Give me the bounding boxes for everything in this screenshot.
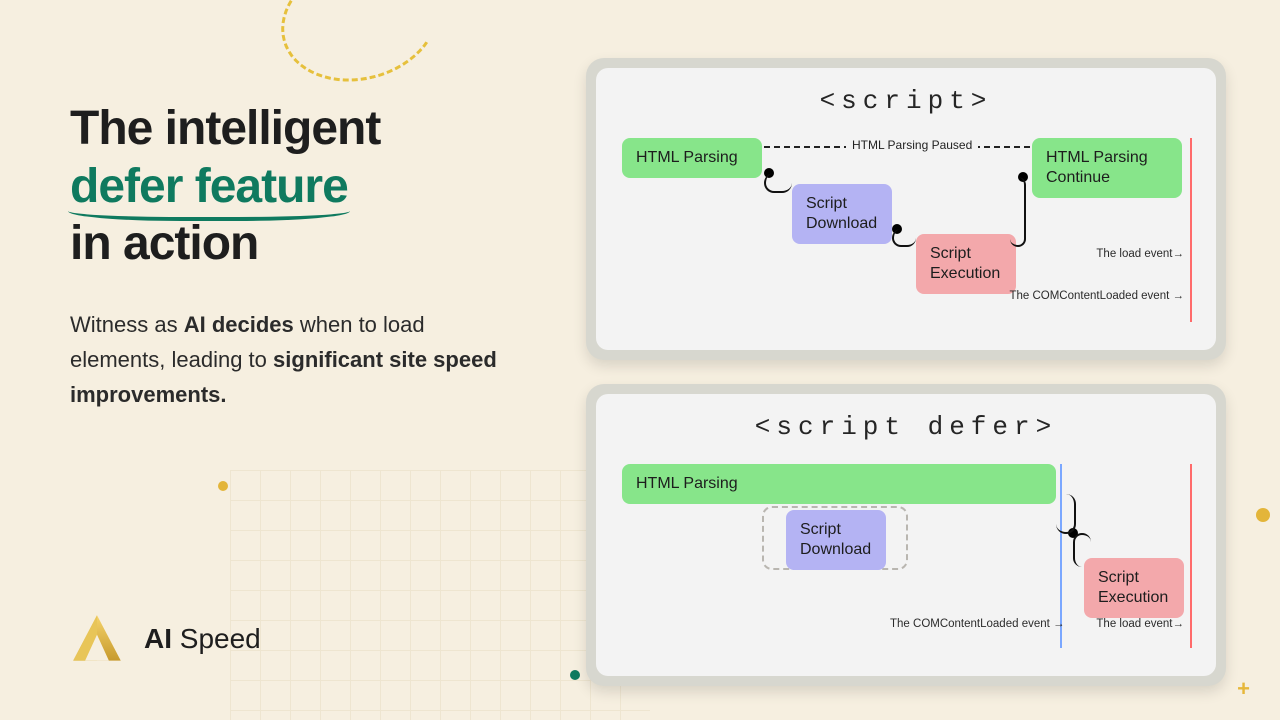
connector-curve bbox=[892, 229, 916, 247]
block-script-download: Script Download bbox=[786, 510, 886, 570]
load-event-label: The load event→ bbox=[1096, 618, 1184, 630]
paused-label: HTML Parsing Paused bbox=[846, 138, 978, 152]
connector-curve bbox=[764, 173, 792, 193]
card-defer-lane: HTML Parsing Script Download Script Exec… bbox=[614, 458, 1198, 658]
connector-curve bbox=[1010, 177, 1026, 247]
decor-dot bbox=[570, 670, 580, 680]
card-script-title: <script> bbox=[614, 86, 1198, 116]
block-html-parsing: HTML Parsing bbox=[622, 138, 762, 178]
headline-line1: The intelligent bbox=[70, 102, 380, 155]
card-defer-outer: <script defer> HTML Parsing Script Downl… bbox=[586, 384, 1226, 686]
card-script-lane: HTML Parsing Script Download Script Exec… bbox=[614, 132, 1198, 332]
decor-dot bbox=[218, 481, 228, 491]
diagram-cards: <script> HTML Parsing Script Download Sc… bbox=[586, 58, 1226, 686]
connector-curve bbox=[1073, 533, 1091, 567]
load-event-label: The load event→ bbox=[1096, 248, 1184, 260]
block-script-execution: Script Execution bbox=[1084, 558, 1184, 618]
block-html-continue: HTML Parsing Continue bbox=[1032, 138, 1182, 198]
headline-line3: in action bbox=[70, 217, 258, 270]
domcontentloaded-label: The COMContentLoaded event → bbox=[1009, 290, 1184, 302]
decor-dashed-arc bbox=[267, 0, 453, 99]
brand: AI Speed bbox=[70, 612, 261, 666]
domcontentloaded-label: The COMContentLoaded event → bbox=[890, 618, 1065, 630]
block-script-download: Script Download bbox=[792, 184, 892, 244]
card-defer: <script defer> HTML Parsing Script Downl… bbox=[596, 394, 1216, 676]
block-html-parsing: HTML Parsing bbox=[622, 464, 1056, 504]
card-script: <script> HTML Parsing Script Download Sc… bbox=[596, 68, 1216, 350]
decor-plus-icon: + bbox=[1237, 676, 1250, 702]
decor-dot bbox=[1256, 508, 1270, 522]
brand-logo-icon bbox=[70, 612, 124, 666]
headline-accent: defer feature bbox=[70, 158, 348, 216]
card-defer-title: <script defer> bbox=[614, 412, 1198, 442]
brand-name: AI Speed bbox=[144, 623, 261, 655]
load-event-line bbox=[1190, 138, 1192, 322]
subtext: Witness as AI decides when to load eleme… bbox=[70, 307, 510, 413]
load-event-line bbox=[1190, 464, 1192, 648]
connector-curve bbox=[1056, 494, 1076, 534]
hero-copy: The intelligent defer feature in action … bbox=[70, 100, 550, 412]
block-script-execution: Script Execution bbox=[916, 234, 1016, 294]
card-script-outer: <script> HTML Parsing Script Download Sc… bbox=[586, 58, 1226, 360]
headline: The intelligent defer feature in action bbox=[70, 100, 550, 273]
